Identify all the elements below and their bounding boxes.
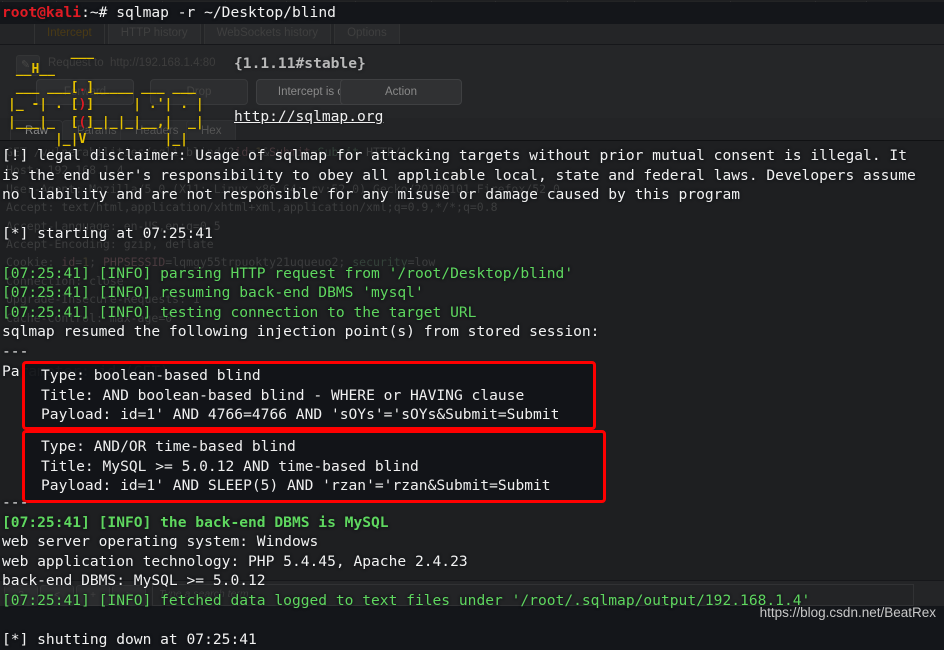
request-to-label: Request to	[48, 57, 104, 69]
pencil-icon: ✎	[21, 59, 31, 71]
search-help-button[interactable]: ?	[4, 585, 38, 606]
request-target-url: http://192.168.1.4:80	[110, 57, 216, 69]
search-prev-button[interactable]: <	[40, 585, 74, 606]
burp-tab-target[interactable]: Target	[2, 1, 57, 18]
raw-request-line: Accept-Encoding: gzip, deflate	[6, 237, 214, 252]
message-tab-raw[interactable]: Raw	[10, 120, 64, 141]
raw-request-pane[interactable]: GET /vulnerabilities/sqli_blind/?id=1&Su…	[0, 140, 944, 595]
burp-tab-scanner[interactable]: Scanner	[162, 1, 227, 18]
message-tab-headers[interactable]: Headers	[120, 120, 194, 141]
burp-tab-spider[interactable]: Spider	[107, 1, 163, 18]
proxy-subtab-intercept[interactable]: Intercept	[34, 21, 105, 44]
raw-request-line: Accept-Language: en-US,en;q=0.5	[6, 218, 221, 233]
burp-tab-proxy[interactable]: Proxy	[56, 1, 108, 18]
action-button[interactable]: Action	[340, 79, 462, 105]
proxy-intercept-toolbar: ✎ Request to http://192.168.1.4:80 Forwa…	[0, 45, 944, 150]
burp-tab-project-options[interactable]: Project options	[635, 1, 732, 18]
search-placeholder: Type a search term	[159, 588, 249, 600]
raw-request-line: User-Agent: Mozilla/5.0 (X11; Linux x86_…	[6, 181, 560, 196]
raw-request-line: GET /vulnerabilities/sqli_blind/?id=1&Su…	[6, 145, 422, 159]
burp-tab-decoder[interactable]: Decoder	[431, 1, 497, 18]
burp-tab-repeater[interactable]: Repeater	[287, 1, 356, 18]
raw-request-line: Upgrade-Insecure-Requests: 1	[6, 292, 200, 307]
burp-suite-window: Target Proxy Spider Scanner Intruder Repeater…	[0, 0, 944, 634]
proxy-subtab-websockets-history[interactable]: WebSockets history	[203, 21, 332, 44]
proxy-subtab-options[interactable]: Options	[334, 21, 400, 44]
proxy-sub-tab-bar: Intercept HTTP history WebSockets history O…	[0, 20, 944, 45]
message-tab-hex[interactable]: Hex	[186, 120, 237, 141]
burp-tab-extender[interactable]: Extender	[568, 1, 636, 18]
drop-button[interactable]: Drop	[150, 79, 248, 105]
search-term-input[interactable]: Type a search term	[152, 584, 914, 606]
edit-pencil-button[interactable]: ✎	[16, 55, 40, 76]
raw-request-line: Cache-Control: max-age=0	[6, 310, 173, 325]
burp-tab-user-options[interactable]: User options	[731, 1, 816, 18]
burp-main-tab-bar: Target Proxy Spider Scanner Intruder Repeater…	[0, 0, 944, 19]
burp-search-bar: ? < + > Type a search term	[0, 580, 944, 607]
raw-request-line: Connection: close	[6, 273, 124, 288]
burp-tab-comparer[interactable]: Comparer	[496, 1, 569, 18]
burp-tab-alerts[interactable]: Alerts	[815, 1, 868, 18]
proxy-subtab-http-history[interactable]: HTTP history	[107, 21, 201, 44]
search-add-button[interactable]: +	[76, 585, 110, 606]
raw-request-line: Accept: text/html,application/xhtml+xml,…	[6, 200, 498, 215]
raw-request-line: Host: 192.168.1.4	[6, 163, 124, 178]
raw-request-line: Cookie: id=1; PHPSESSID=lqmgy55trpuokty2…	[6, 255, 436, 270]
search-next-button[interactable]: >	[112, 585, 146, 606]
forward-button[interactable]: Forward	[36, 79, 134, 105]
message-editor-tab-bar: Raw Params Headers Hex	[0, 118, 944, 141]
burp-tab-intruder[interactable]: Intruder	[226, 1, 288, 18]
burp-tab-sequencer[interactable]: Sequencer	[355, 1, 432, 18]
